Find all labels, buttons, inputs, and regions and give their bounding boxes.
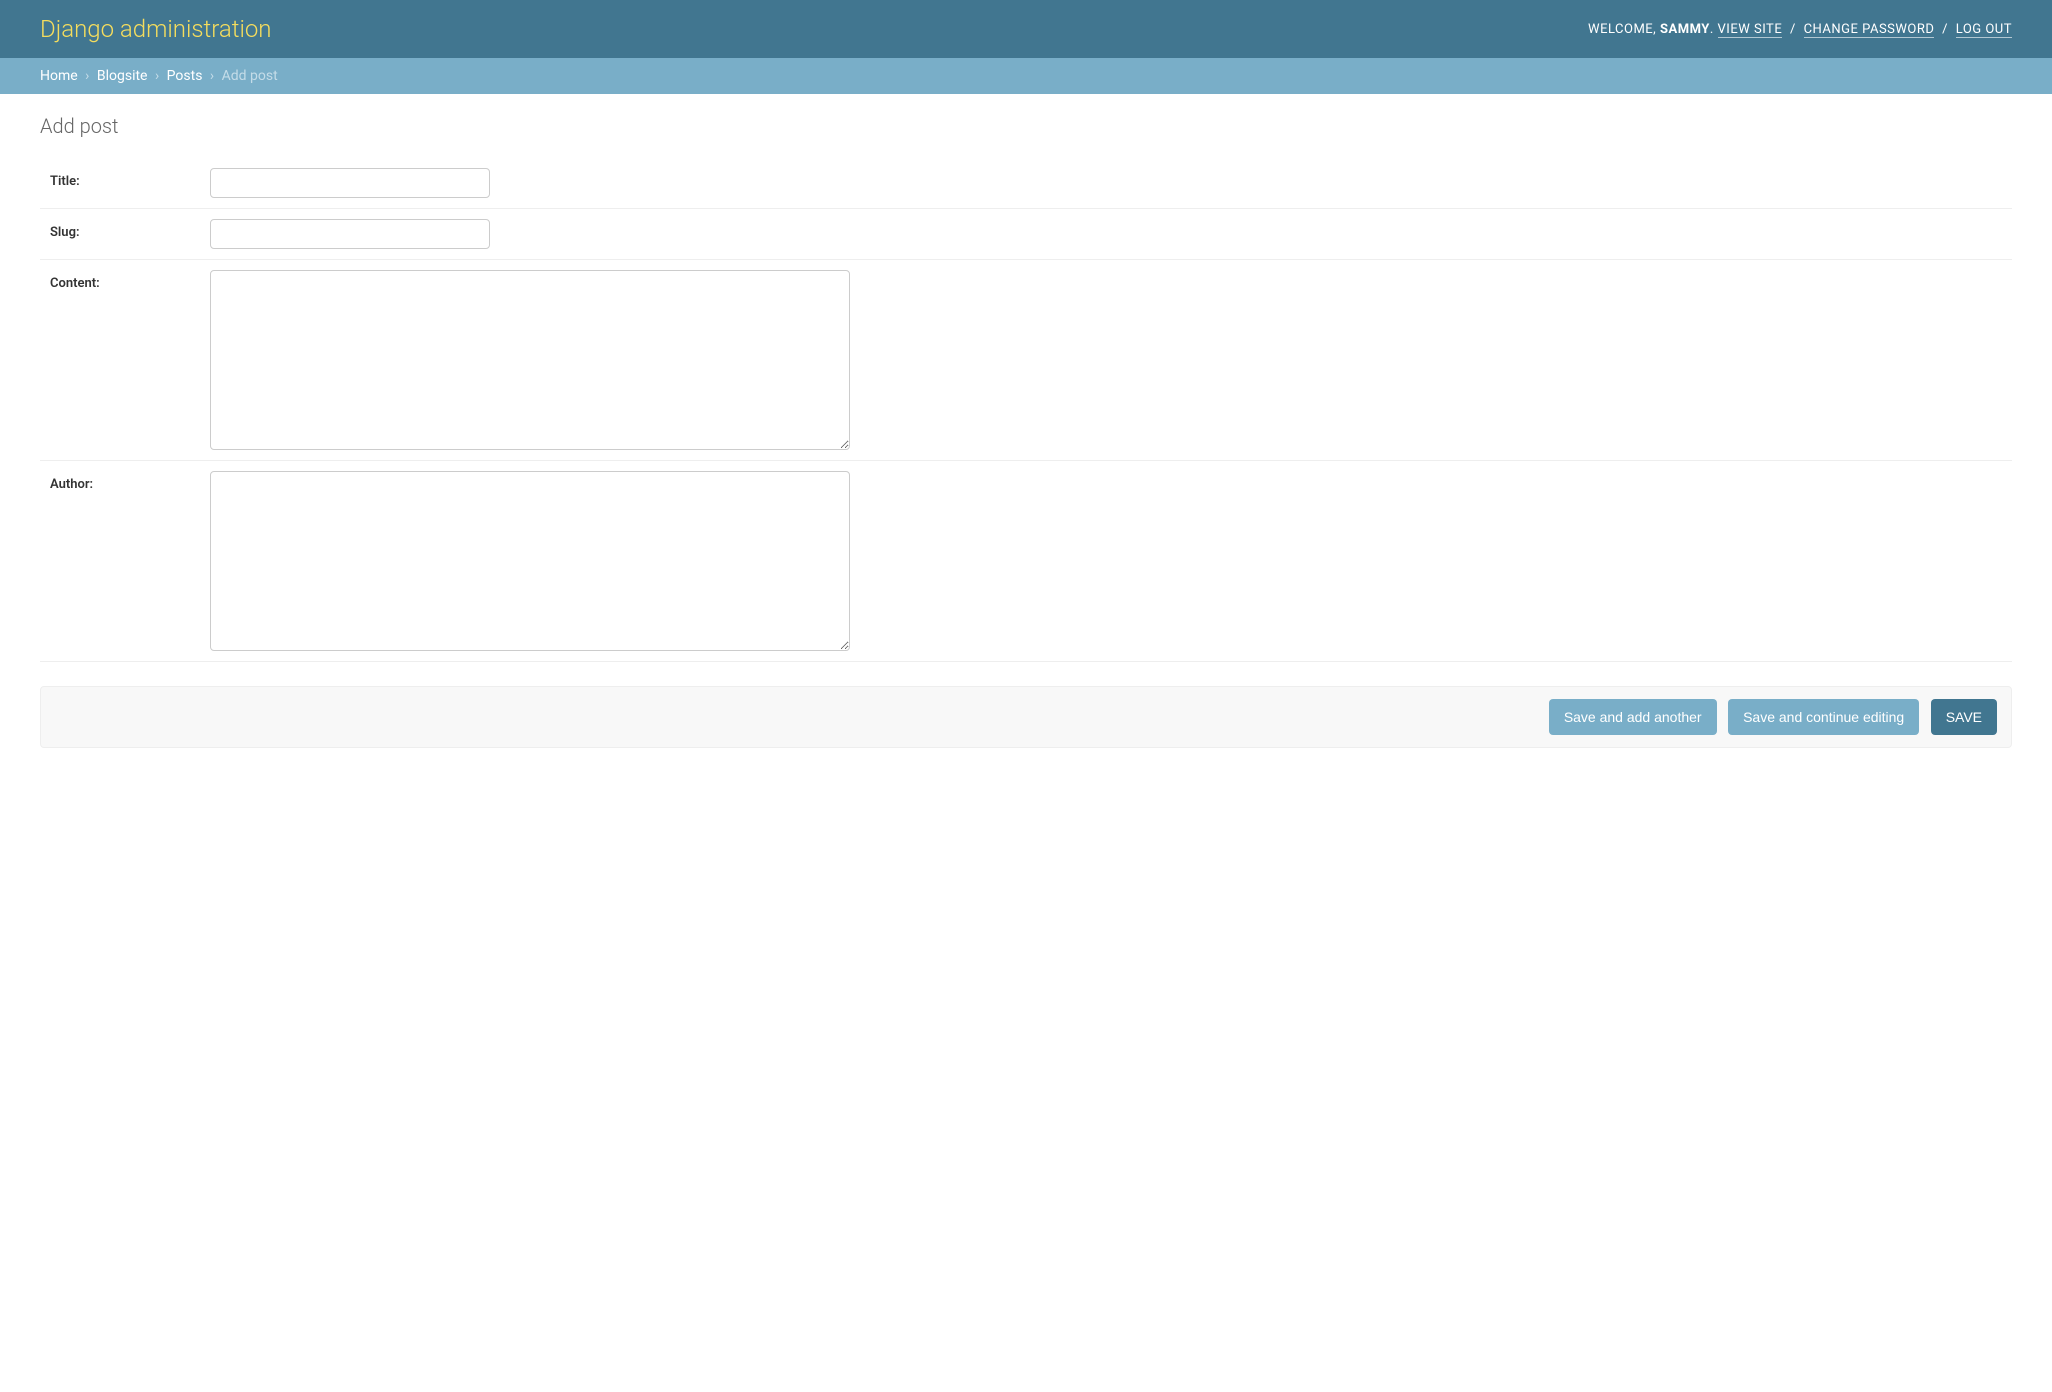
breadcrumb-app[interactable]: Blogsite (97, 68, 148, 84)
change-password-link[interactable]: Change password (1804, 22, 1935, 38)
username: Sammy (1660, 22, 1710, 37)
welcome-text: Welcome, (1588, 22, 1656, 37)
fieldset: Title: Slug: Content: Author: (40, 158, 2012, 662)
author-label: Author: (50, 471, 210, 492)
author-textarea[interactable] (210, 471, 850, 651)
breadcrumbs: Home › Blogsite › Posts › Add post (0, 58, 2052, 94)
admin-header: Django administration Welcome, Sammy. Vi… (0, 0, 2052, 58)
breadcrumb-current: Add post (222, 68, 278, 84)
slug-label: Slug: (50, 219, 210, 240)
page-title: Add post (40, 114, 2012, 138)
save-continue-button[interactable] (1728, 699, 1919, 735)
breadcrumb-home[interactable]: Home (40, 68, 78, 84)
save-add-another-button[interactable] (1549, 699, 1717, 735)
form-row-content: Content: (40, 260, 2012, 461)
form-row-author: Author: (40, 461, 2012, 662)
logout-link[interactable]: Log out (1956, 22, 2012, 38)
content: Add post Title: Slug: Content: Author: (0, 94, 2052, 768)
breadcrumb-model[interactable]: Posts (167, 68, 203, 84)
site-title: Django administration (40, 15, 272, 43)
title-input[interactable] (210, 168, 490, 198)
site-title-link[interactable]: Django administration (40, 15, 272, 43)
user-tools: Welcome, Sammy. View site / Change passw… (1588, 22, 2012, 37)
content-label: Content: (50, 270, 210, 291)
slug-input[interactable] (210, 219, 490, 249)
form-row-slug: Slug: (40, 209, 2012, 260)
content-textarea[interactable] (210, 270, 850, 450)
save-button[interactable] (1931, 699, 1997, 735)
form-row-title: Title: (40, 158, 2012, 209)
add-post-form: Title: Slug: Content: Author: (40, 158, 2012, 748)
submit-row (40, 686, 2012, 748)
view-site-link[interactable]: View site (1718, 22, 1783, 38)
branding: Django administration (40, 15, 272, 43)
title-label: Title: (50, 168, 210, 189)
